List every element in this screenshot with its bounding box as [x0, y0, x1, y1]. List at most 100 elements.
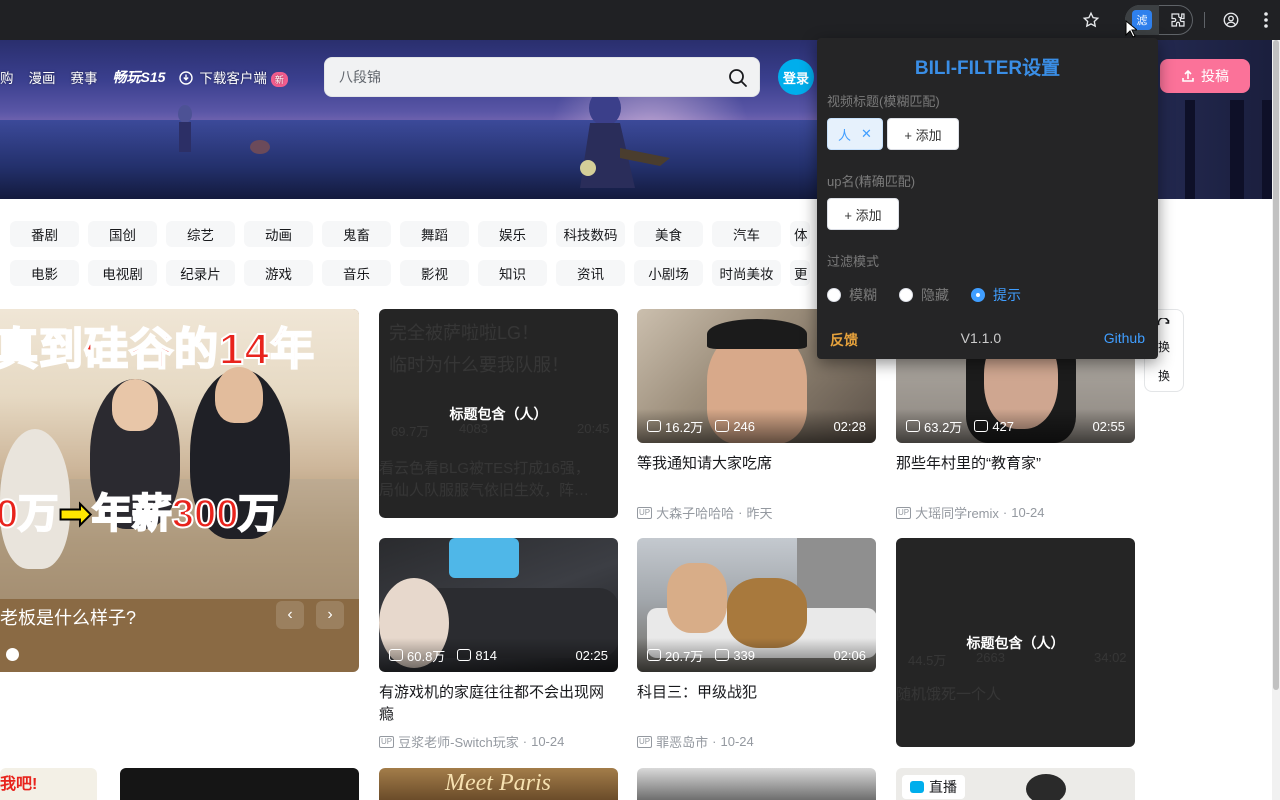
video-thumbnail[interactable]	[120, 768, 359, 800]
filter-mode-label: 过滤模式	[827, 254, 880, 269]
thumb-building	[797, 538, 876, 618]
hero-caption[interactable]: 老板是什么样子?	[0, 604, 136, 630]
carousel-dot[interactable]	[6, 648, 19, 661]
video-stats-bar: 20.7万 339 02:06	[637, 638, 876, 672]
video-thumbnail[interactable]	[637, 768, 876, 800]
video-card[interactable]: 60.8万 814 02:25 有游戏机的家庭往往都不会出现网瘾 UP 豆浆老师-…	[379, 538, 618, 751]
video-thumbnail[interactable]: Meet Paris	[379, 768, 618, 800]
download-client-link[interactable]: 下载客户端新	[179, 67, 288, 87]
upload-button[interactable]: 投稿	[1160, 59, 1250, 93]
category-chip[interactable]: 音乐	[322, 260, 391, 286]
keyword-tag: 人 ✕	[827, 118, 883, 150]
nav-link-match[interactable]: 赛事	[71, 67, 98, 87]
category-chip[interactable]: 综艺	[166, 221, 235, 247]
category-chip[interactable]: 游戏	[244, 260, 313, 286]
hero-title-line1: 真到硅谷的14年	[0, 324, 315, 375]
video-thumbnail[interactable]: 20.7万 339 02:06	[637, 538, 876, 672]
filtered-video-card[interactable]: 44.5万 2663 34:02 随机饿死一个人 标题包含（人）	[896, 538, 1135, 747]
category-chip[interactable]: 小剧场	[634, 260, 703, 286]
search-input[interactable]: 八段锦	[324, 57, 760, 97]
category-chip[interactable]: 动画	[244, 221, 313, 247]
category-chip[interactable]: 汽车	[712, 221, 781, 247]
puzzle-icon[interactable]	[1166, 8, 1190, 32]
play-icon	[389, 649, 403, 661]
category-chip[interactable]: 电视剧	[88, 260, 157, 286]
live-thumbnail[interactable]: 直播	[896, 768, 1135, 800]
play-count-value: 16.2万	[665, 419, 704, 435]
category-chip[interactable]: 鬼畜	[322, 221, 391, 247]
refresh-label: 换	[1157, 369, 1170, 383]
radio-blur[interactable]: 模糊	[827, 285, 877, 305]
star-icon[interactable]	[1079, 8, 1103, 32]
video-title[interactable]: 等我通知请大家吃席	[637, 453, 876, 497]
upload-label: 投稿	[1201, 68, 1229, 84]
play-count-value: 63.2万	[924, 419, 963, 435]
upload-icon	[1182, 69, 1194, 82]
nav-link-s15[interactable]: 畅玩S15	[113, 67, 166, 87]
video-title[interactable]: 那些年村里的“教育家”	[896, 453, 1135, 497]
radio-label: 提示	[993, 287, 1021, 303]
hero-carousel[interactable]: 真到硅谷的14年 0万➡年薪300万 老板是什么样子? ‹ ›	[0, 309, 359, 672]
close-icon[interactable]: ✕	[861, 126, 872, 142]
ghost-thumb-text: 完全被萨啦啦LG！	[389, 323, 540, 343]
category-chip[interactable]: 体	[790, 221, 810, 247]
login-button[interactable]: 登录	[778, 59, 814, 95]
category-chip[interactable]: 知识	[478, 260, 547, 286]
video-card[interactable]: 20.7万 339 02:06 科目三：甲级战犯 UP 罪恶岛市 · 10-24	[637, 538, 876, 751]
carousel-prev-button[interactable]: ‹	[276, 601, 304, 629]
category-chip[interactable]: 更	[790, 260, 810, 286]
category-chip[interactable]: 时尚美妆	[712, 260, 781, 286]
category-chip[interactable]: 美食	[634, 221, 703, 247]
danmaku-icon	[974, 420, 989, 432]
nav-link-manga[interactable]: 漫画	[29, 67, 56, 87]
danmaku-count-value: 427	[992, 418, 1015, 434]
add-up-name-button[interactable]: + 添加	[827, 198, 899, 230]
video-title[interactable]: 有游戏机的家庭往往都不会出现网瘾	[379, 682, 618, 726]
video-title[interactable]: 科目三：甲级战犯	[637, 682, 876, 726]
video-meta[interactable]: UP 大森子哈哈哈 · 昨天	[637, 503, 876, 522]
video-meta[interactable]: UP 罪恶岛市 · 10-24	[637, 732, 876, 751]
nav-link-mall[interactable]: 购	[0, 67, 14, 87]
category-chip[interactable]: 影视	[400, 260, 469, 286]
video-meta[interactable]: UP 大瑶同学remix · 10-24	[896, 503, 1135, 522]
category-chip[interactable]: 娱乐	[478, 221, 547, 247]
category-chip[interactable]: 舞蹈	[400, 221, 469, 247]
scrollbar-thumb[interactable]	[1273, 40, 1279, 690]
category-chip[interactable]: 电影	[10, 260, 79, 286]
video-thumbnail[interactable]: 我吧!	[0, 768, 97, 800]
video-stats-bar: 60.8万 814 02:25	[379, 638, 618, 672]
carousel-next-button[interactable]: ›	[316, 601, 344, 629]
play-count-value: 60.8万	[407, 648, 446, 664]
category-chip[interactable]: 国创	[88, 221, 157, 247]
video-thumbnail[interactable]: 60.8万 814 02:25	[379, 538, 618, 672]
video-meta[interactable]: UP 豆浆老师-Switch玩家 · 10-24	[379, 732, 618, 751]
radio-hide[interactable]: 隐藏	[899, 285, 949, 305]
browser-toolbar: 滤	[0, 0, 1280, 40]
search-icon[interactable]	[727, 67, 749, 89]
live-label: 直播	[929, 779, 957, 795]
toolbar-divider	[1204, 12, 1205, 28]
add-title-keyword-button[interactable]: + 添加	[887, 118, 959, 150]
category-chip[interactable]: 番剧	[10, 221, 79, 247]
github-link[interactable]: Github	[1104, 330, 1145, 350]
profile-icon[interactable]	[1219, 8, 1243, 32]
meta-dot: ·	[1002, 505, 1008, 520]
feedback-link[interactable]: 反馈	[830, 330, 858, 350]
radio-label: 模糊	[849, 287, 877, 303]
category-chip[interactable]: 资讯	[556, 260, 625, 286]
filtered-video-card[interactable]: 完全被萨啦啦LG！ 临时为什么要我队服！ 69.7万 4083 20:45 看云…	[379, 309, 618, 518]
up-filter-label: up名(精确匹配)	[827, 174, 916, 189]
radio-circle	[827, 288, 841, 302]
meta-dot: ·	[522, 734, 528, 749]
radio-label: 隐藏	[921, 287, 949, 303]
mouse-cursor-icon	[1125, 20, 1137, 38]
radio-hint[interactable]: 提示	[971, 285, 1021, 305]
thumb-person	[1026, 774, 1066, 800]
more-icon[interactable]	[1254, 8, 1278, 32]
thumb-console-screen	[449, 538, 519, 578]
live-badge: 直播	[902, 775, 965, 799]
video-duration: 02:28	[833, 418, 866, 434]
category-chip[interactable]: 纪录片	[166, 260, 235, 286]
category-chip[interactable]: 科技数码	[556, 221, 625, 247]
hero-title-line2: 0万➡年薪300万	[0, 481, 280, 539]
